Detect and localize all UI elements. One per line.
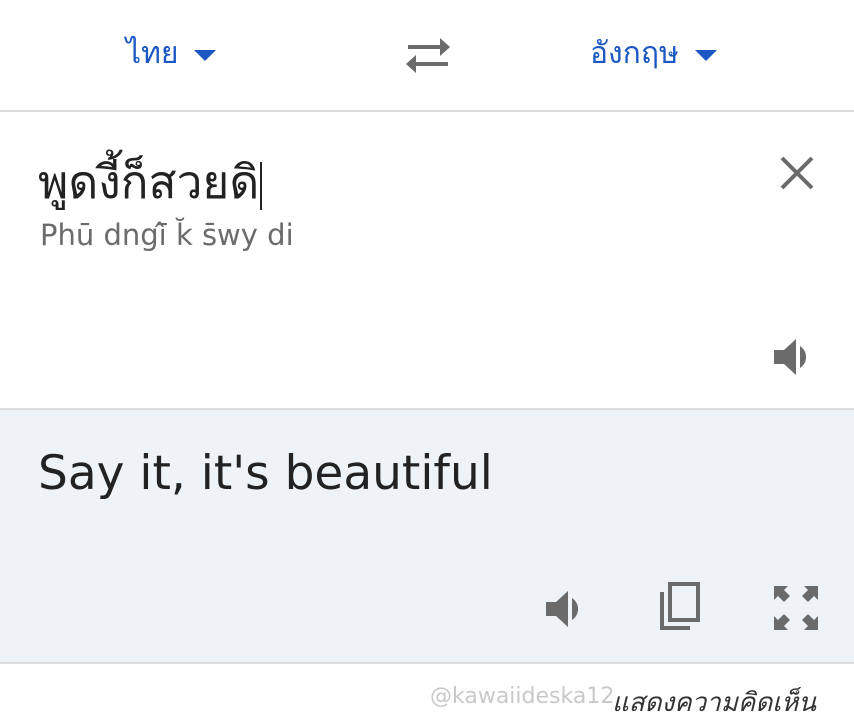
language-bar: ไทย อังกฤษ bbox=[0, 0, 854, 110]
fullscreen-icon bbox=[774, 586, 818, 630]
show-comments-link[interactable]: แสดงความคิดเห็น bbox=[612, 682, 816, 723]
transliteration: Phū dngī̂ k̆ s̄wy di bbox=[40, 218, 294, 252]
clear-button[interactable] bbox=[774, 150, 820, 196]
target-language-label: อังกฤษ bbox=[590, 35, 679, 71]
swap-languages-button[interactable] bbox=[400, 32, 456, 78]
source-language-label: ไทย bbox=[126, 35, 179, 71]
copy-button[interactable] bbox=[656, 580, 706, 636]
caret-down-icon bbox=[694, 49, 717, 61]
translation-text: Say it, it's beautiful bbox=[38, 446, 493, 501]
source-text: พูดงี้ก็สวยดิ bbox=[38, 155, 260, 209]
source-language-button[interactable]: ไทย bbox=[126, 28, 217, 78]
translate-screen: ไทย อังกฤษ พูดงี้ก็สวยดิ Phū dngī̂ k̆ s̄… bbox=[0, 0, 854, 726]
text-cursor bbox=[260, 161, 263, 210]
footer: @kawaiideska12 แสดงความคิดเห็น bbox=[0, 664, 854, 726]
caret-down-icon bbox=[194, 49, 217, 61]
target-language-button[interactable]: อังกฤษ bbox=[590, 28, 717, 78]
speaker-icon bbox=[546, 591, 579, 627]
watermark: @kawaiideska12 bbox=[430, 684, 615, 709]
copy-icon bbox=[660, 582, 700, 630]
listen-source-button[interactable] bbox=[770, 334, 822, 380]
swap-languages-icon bbox=[406, 38, 450, 73]
source-panel[interactable]: พูดงี้ก็สวยดิ Phū dngī̂ k̆ s̄wy di bbox=[0, 112, 854, 408]
speaker-icon bbox=[774, 339, 807, 375]
source-text-input[interactable]: พูดงี้ก็สวยดิ bbox=[38, 152, 263, 212]
fullscreen-button[interactable] bbox=[770, 582, 822, 634]
listen-translation-button[interactable] bbox=[542, 586, 594, 632]
close-icon bbox=[780, 156, 814, 190]
translation-panel: Say it, it's beautiful bbox=[0, 410, 854, 662]
